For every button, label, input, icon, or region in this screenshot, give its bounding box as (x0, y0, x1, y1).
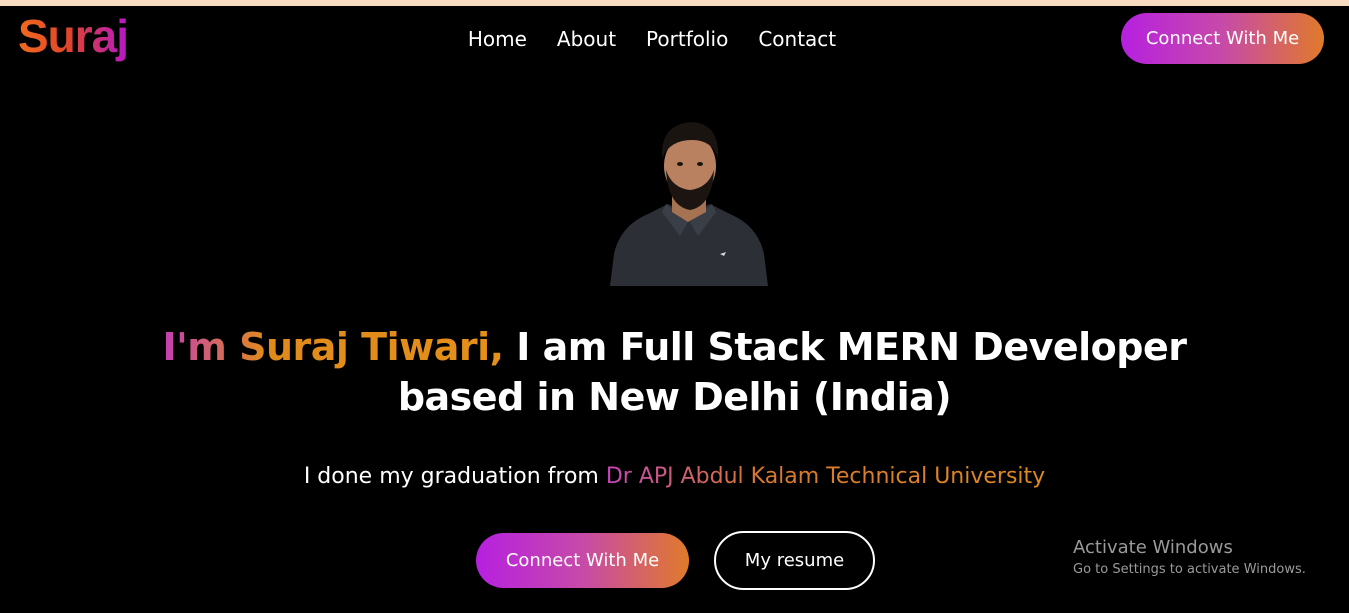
nav-portfolio[interactable]: Portfolio (646, 26, 728, 52)
watermark-title: Activate Windows (1073, 537, 1233, 558)
subline-prefix: I done my graduation from (303, 464, 606, 489)
hero-connect-button[interactable]: Connect With Me (476, 533, 689, 588)
top-strip (0, 0, 1349, 6)
nav-about[interactable]: About (557, 26, 616, 52)
header-connect-button[interactable]: Connect With Me (1121, 13, 1324, 64)
hero-headline: I'm Suraj Tiwari, I am Full Stack MERN D… (0, 322, 1349, 422)
resume-button[interactable]: My resume (714, 531, 875, 590)
nav-home[interactable]: Home (468, 26, 527, 52)
headline-name: I'm Suraj Tiwari, (162, 325, 505, 369)
nav-contact[interactable]: Contact (758, 26, 836, 52)
logo[interactable]: Suraj (18, 8, 129, 64)
hero-subline: I done my graduation from Dr APJ Abdul K… (0, 462, 1349, 492)
windows-activation-watermark: Activate Windows Go to Settings to activ… (1073, 536, 1306, 580)
university-name: Dr APJ Abdul Kalam Technical University (605, 464, 1046, 489)
headline-location: based in New Delhi (India) (397, 375, 952, 419)
watermark-subtitle: Go to Settings to activate Windows. (1073, 562, 1306, 577)
headline-role: I am Full Stack MERN Developer (503, 325, 1187, 369)
profile-photo (608, 114, 770, 286)
